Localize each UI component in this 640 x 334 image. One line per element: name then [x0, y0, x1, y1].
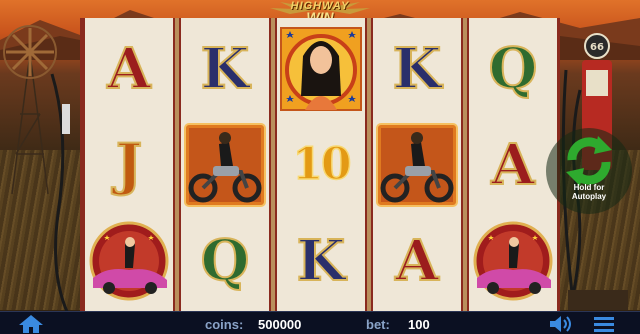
autoplay-label: Hold for Autoplay — [546, 183, 632, 201]
symbol-letter: K — [200, 35, 251, 102]
reel-area: A J K Q 10 K K A Q A — [80, 18, 560, 311]
pinup-car-symbol-icon — [89, 221, 169, 300]
reel-symbol: Q — [181, 214, 269, 307]
reel-symbol — [469, 214, 557, 307]
reel-symbol — [181, 118, 269, 211]
bet-label: bet: — [366, 317, 390, 332]
reel-1: A J — [83, 18, 175, 311]
refresh-arrows-icon — [566, 136, 612, 186]
reel-symbol: Q — [469, 22, 557, 115]
reel-2: K Q — [179, 18, 271, 311]
autoplay-label-line2: Autoplay — [571, 192, 607, 201]
menu-icon[interactable] — [592, 315, 616, 333]
coins-label: coins: — [205, 317, 244, 332]
woman-portrait-symbol-icon — [280, 26, 362, 111]
symbol-letter: J — [115, 131, 143, 198]
symbol-letter: K — [296, 227, 347, 294]
home-icon[interactable] — [18, 314, 44, 334]
symbol-letter: A — [394, 227, 439, 294]
bottom-bar: coins: 500000 bet: 100 — [0, 311, 640, 334]
reel-symbol: 10 — [277, 118, 365, 211]
reel-symbol — [85, 214, 173, 307]
reel-symbol: A — [85, 22, 173, 115]
coins-value: 500000 — [258, 317, 302, 332]
reel-4: K A — [371, 18, 463, 311]
autoplay-label-line1: Hold for — [573, 183, 605, 192]
biker-symbol-icon — [376, 122, 458, 207]
reel-symbol: J — [85, 118, 173, 211]
reel-symbol: A — [469, 118, 557, 211]
symbol-letter: Q — [200, 227, 251, 294]
windmill-decoration — [3, 25, 70, 314]
reel-symbol: K — [181, 22, 269, 115]
reel-symbol — [277, 22, 365, 115]
reel-3: 10 K — [275, 18, 367, 311]
symbol-number: 10 — [292, 138, 353, 191]
reel-symbol: A — [373, 214, 461, 307]
reel-symbol: K — [373, 22, 461, 115]
reel-symbol: K — [277, 214, 365, 307]
biker-symbol-icon — [184, 122, 266, 207]
autoplay-button[interactable]: Hold for Autoplay — [546, 128, 632, 214]
symbol-letter: A — [490, 131, 535, 198]
bet-value[interactable]: 100 — [408, 317, 430, 332]
svg-text:66: 66 — [590, 42, 604, 53]
reel-symbol — [373, 118, 461, 211]
symbol-letter: A — [106, 35, 151, 102]
symbol-letter: Q — [488, 35, 539, 102]
speaker-icon[interactable] — [548, 314, 574, 334]
symbol-letter: K — [392, 35, 443, 102]
pinup-car-symbol-icon — [473, 221, 553, 300]
